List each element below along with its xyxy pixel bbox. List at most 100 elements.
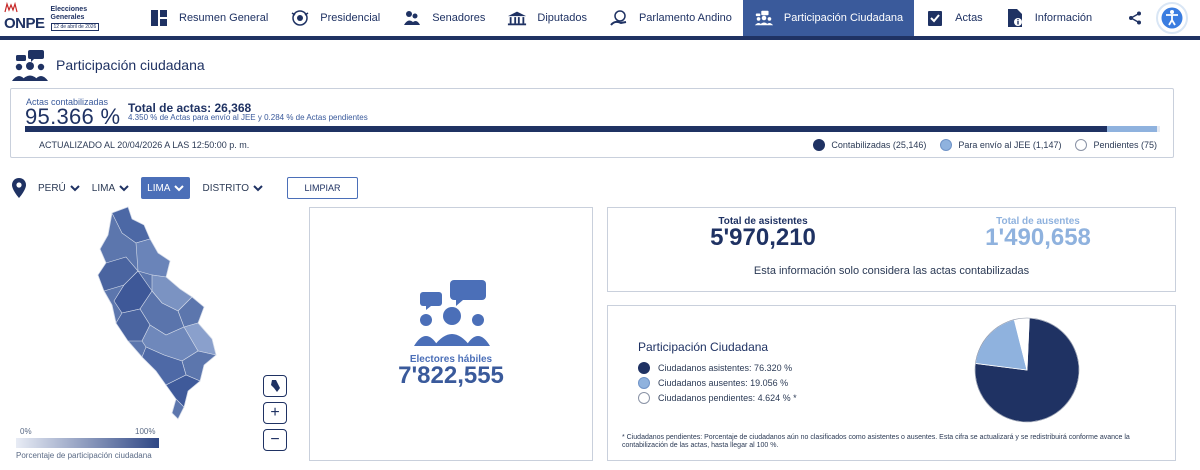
nav-senadores[interactable]: Senadores (391, 0, 496, 36)
participacion-card: Participación Ciudadana Ciudadanos asist… (607, 305, 1176, 461)
progress-jee (1107, 126, 1157, 132)
nav-label: Parlamento Andino (638, 12, 732, 24)
chevron-down-icon (253, 185, 263, 192)
nav-label: Resumen General (179, 12, 269, 24)
progress-contabilizadas (25, 126, 1108, 132)
logo-election-title: Elecciones Generales 12 de abril de 2026 (50, 5, 100, 31)
scale-caption: Porcentaje de participación ciudadana (16, 451, 152, 460)
senate-icon (402, 8, 422, 28)
legend-label: Contabilizadas (25,146) (831, 140, 927, 150)
nav-informacion[interactable]: Información (994, 0, 1103, 36)
logo-brand: ONPE (4, 14, 45, 32)
globe-hand-icon (609, 8, 629, 28)
legend-ausentes: Ciudadanos ausentes: 19.056 % (638, 377, 788, 389)
map-reset-peru-button[interactable] (263, 375, 287, 397)
nav-label: Información (1034, 12, 1093, 24)
nav-label: Senadores (432, 12, 486, 24)
chevron-down-icon (70, 185, 80, 192)
building-icon (507, 8, 527, 28)
pending-footnote: * Ciudadanos pendientes: Porcentaje de c… (622, 434, 1130, 449)
district-map[interactable] (80, 205, 230, 425)
ballot-logo-icon (4, 2, 18, 13)
nav-parlamento-andino[interactable]: Parlamento Andino (598, 0, 743, 36)
legend-contabilizadas: Contabilizadas (25,146) (813, 139, 926, 151)
actas-sub-label: 4.350 % de Actas para envío al JEE y 0.2… (128, 113, 368, 122)
accessibility-icon[interactable] (1156, 2, 1188, 34)
clipboard-check-icon (925, 8, 945, 28)
nav-underline (0, 36, 1200, 40)
scale-min-label: 0% (20, 427, 32, 436)
filter-label: PERÚ (38, 182, 66, 194)
nav-label: Actas (955, 12, 983, 24)
nav-label: Participación Ciudadana (783, 12, 904, 24)
participacion-title: Participación Ciudadana (638, 340, 769, 354)
filter-label: LIMA (91, 182, 116, 194)
electores-value: 7'822,555 (398, 362, 504, 389)
legend-dot (1075, 139, 1088, 151)
nav-label: Diputados (537, 12, 587, 24)
chevron-down-icon (119, 185, 129, 192)
nav-resumen-general[interactable]: Resumen General (138, 0, 279, 36)
scale-max-label: 100% (135, 427, 156, 436)
location-filters: PERÚ LIMA LIMA DISTRITO (12, 176, 275, 200)
updated-timestamp: ACTUALIZADO AL 20/04/2026 A LAS 12:50:00… (39, 140, 250, 150)
legend-dot (813, 139, 826, 151)
filter-departamento-select[interactable]: LIMA (92, 177, 129, 199)
legend-label: Ciudadanos pendientes: 4.624 % * (658, 393, 797, 403)
logo-line2: Generales (50, 13, 85, 21)
legend-label: Pendientes (75) (1093, 140, 1157, 150)
nav-diputados[interactable]: Diputados (496, 0, 598, 36)
zoom-out-button[interactable]: − (263, 429, 287, 451)
filter-pais-select[interactable]: PERÚ (38, 177, 80, 199)
filter-label: DISTRITO (202, 182, 249, 194)
nav-actas[interactable]: Actas (914, 0, 994, 36)
legend-jee: Para envío al JEE (1,147) (940, 139, 1061, 151)
onpe-logo[interactable]: ONPE Elecciones Generales 12 de abril de… (0, 0, 138, 36)
asistentes-card: Total de asistentes 5'970,210 Total de a… (607, 207, 1176, 292)
ausentes-value: 1'490,658 (985, 224, 1091, 251)
map-region[interactable] (135, 238, 171, 278)
chevron-down-icon (174, 185, 185, 192)
people-chat-icon (12, 50, 48, 81)
legend-label: Para envío al JEE (1,147) (958, 140, 1062, 150)
legend-pendientes: Ciudadanos pendientes: 4.624 % * (638, 392, 797, 404)
legend-dot (638, 362, 650, 374)
top-navigation: ONPE Elecciones Generales 12 de abril de… (0, 0, 1200, 36)
filter-label: LIMA (147, 182, 171, 194)
nav-participacion-ciudadana[interactable]: Participación Ciudadana (742, 0, 915, 36)
filter-distrito-select[interactable]: DISTRITO (202, 177, 263, 199)
electores-habiles-card: Electores hábiles 7'822,555 (309, 207, 593, 461)
participation-pie-chart (974, 317, 1080, 423)
actas-progress-bar (25, 126, 1160, 132)
asistentes-value: 5'970,210 (710, 224, 816, 251)
legend-asistentes: Ciudadanos asistentes: 76.320 % (638, 362, 792, 374)
legend-dot (940, 139, 953, 151)
actas-note: Esta información solo considera las acta… (753, 265, 1030, 277)
participation-scale-bar (16, 438, 159, 448)
page-heading: Participación ciudadana (10, 48, 205, 82)
people-chat-icon (414, 280, 490, 346)
legend-dot (638, 392, 650, 404)
document-info-icon (1005, 8, 1025, 28)
filter-provincia-select[interactable]: LIMA (141, 177, 191, 199)
peru-icon (271, 380, 280, 392)
grid-icon (149, 8, 169, 28)
legend-pendientes: Pendientes (75) (1075, 139, 1157, 151)
legend-label: Ciudadanos ausentes: 19.056 % (658, 378, 789, 388)
nav-presidencial[interactable]: Presidencial (279, 0, 391, 36)
progress-legend: Contabilizadas (25,146) Para envío al JE… (799, 139, 1157, 151)
clear-filters-button[interactable]: LIMPIAR (287, 177, 358, 199)
logo-date-badge: 12 de abril de 2026 (50, 22, 100, 31)
logo-line1: Elecciones (50, 5, 88, 13)
zoom-in-button[interactable]: + (263, 402, 287, 424)
nav-label: Presidencial (320, 12, 381, 24)
seal-icon (290, 8, 310, 28)
nav-right-tools (1120, 0, 1200, 36)
location-pin-icon (12, 178, 26, 198)
actas-summary-panel: Actas contabilizadas 95.366 % Total de a… (10, 88, 1174, 158)
legend-dot (638, 377, 650, 389)
legend-label: Ciudadanos asistentes: 76.320 % (658, 363, 793, 373)
share-icon[interactable] (1120, 11, 1150, 25)
page-title: Participación ciudadana (56, 57, 205, 73)
people-chat-icon (754, 8, 774, 28)
